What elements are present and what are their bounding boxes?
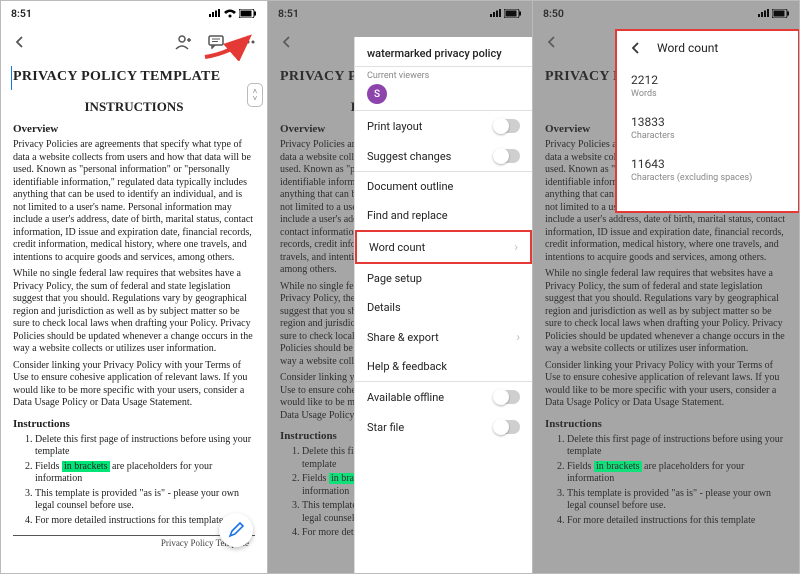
para-3: Consider linking your Privacy Policy wit… [13,360,255,410]
stat-words: 2212 Words [617,65,798,107]
heading-overview: Overview [13,123,255,135]
divider [13,535,255,536]
pencil-icon [228,522,244,538]
menu-find-replace[interactable]: Find and replace [355,201,532,230]
menu-star-file[interactable]: Star file [355,412,532,442]
status-icons [490,9,522,18]
comment-icon[interactable] [207,33,225,51]
menu-help-feedback[interactable]: Help & feedback [355,352,532,381]
add-person-icon[interactable] [175,33,193,51]
menu-print-layout[interactable]: Print layout [355,111,532,141]
list-item: Fields in brackets are placeholders for … [35,461,255,486]
list-item: This template is provided "as is" - plea… [35,488,255,513]
menu-title: watermarked privacy policy [355,37,532,66]
document-body: PRIVACY POLICY TEMPLATE INSTRUCTIONS Ove… [1,59,267,560]
current-viewers: Current viewers S [355,67,532,110]
status-icons [209,9,257,18]
heading-instructions: INSTRUCTIONS [13,99,255,115]
heading-instructions-2: Instructions [13,418,255,430]
viewer-avatar[interactable]: S [367,84,387,104]
scroll-handle[interactable]: ˄˅ [247,83,263,107]
menu-page-setup[interactable]: Page setup [355,264,532,293]
edit-fab[interactable] [219,513,253,547]
highlight: in brackets [62,461,110,472]
back-icon[interactable] [11,33,29,51]
battery-icon [239,9,257,18]
more-icon[interactable] [239,33,257,51]
screen-1: 8:51 PRIVACY POLICY TEMPLATE INSTRUCTION… [1,1,268,573]
status-bar: 8:51 [268,1,532,25]
instruction-list: Delete this first page of instructions b… [13,434,255,528]
para-2: While no single federal law requires tha… [13,268,255,356]
list-item: Delete this first page of instructions b… [35,434,255,459]
toggle[interactable] [494,390,520,404]
wifi-icon [223,9,237,18]
status-time: 8:51 [11,7,32,20]
toggle[interactable] [494,420,520,434]
status-time: 8:51 [278,7,299,20]
screen-3: 8:50 PRIVACY POLICY TEMPLATE INSTRUCTION… [533,1,800,573]
screen-2: 8:51 PRIVACY POLICY TEMPLATE INSTRUCTION… [268,1,533,573]
word-count-panel: Word count 2212 Words 13833 Characters 1… [615,29,800,213]
stat-characters-ns: 11643 Characters (excluding spaces) [617,149,798,191]
menu-suggest-changes[interactable]: Suggest changes [355,141,532,171]
panel-title: Word count [657,41,718,55]
menu-word-count[interactable]: Word count› [355,230,532,264]
menu-available-offline[interactable]: Available offline [355,382,532,412]
doc-title: PRIVACY POLICY TEMPLATE [13,69,220,85]
menu-details[interactable]: Details [355,293,532,322]
chevron-right-icon: › [514,240,518,254]
status-time: 8:50 [543,7,564,20]
toolbar [1,25,267,59]
back-icon[interactable] [627,39,645,57]
page-footer: Privacy Policy Template [13,538,255,548]
overflow-menu: watermarked privacy policy Current viewe… [354,37,532,573]
toggle[interactable] [494,119,520,133]
status-bar: 8:50 [533,1,800,25]
stat-characters: 13833 Characters [617,107,798,149]
menu-share-export[interactable]: Share & export› [355,322,532,352]
signal-icon [209,9,221,17]
toggle[interactable] [494,149,520,163]
menu-document-outline[interactable]: Document outline [355,172,532,201]
status-bar: 8:51 [1,1,267,25]
chevron-right-icon: › [516,330,520,344]
para-1: Privacy Policies are agreements that spe… [13,139,255,264]
